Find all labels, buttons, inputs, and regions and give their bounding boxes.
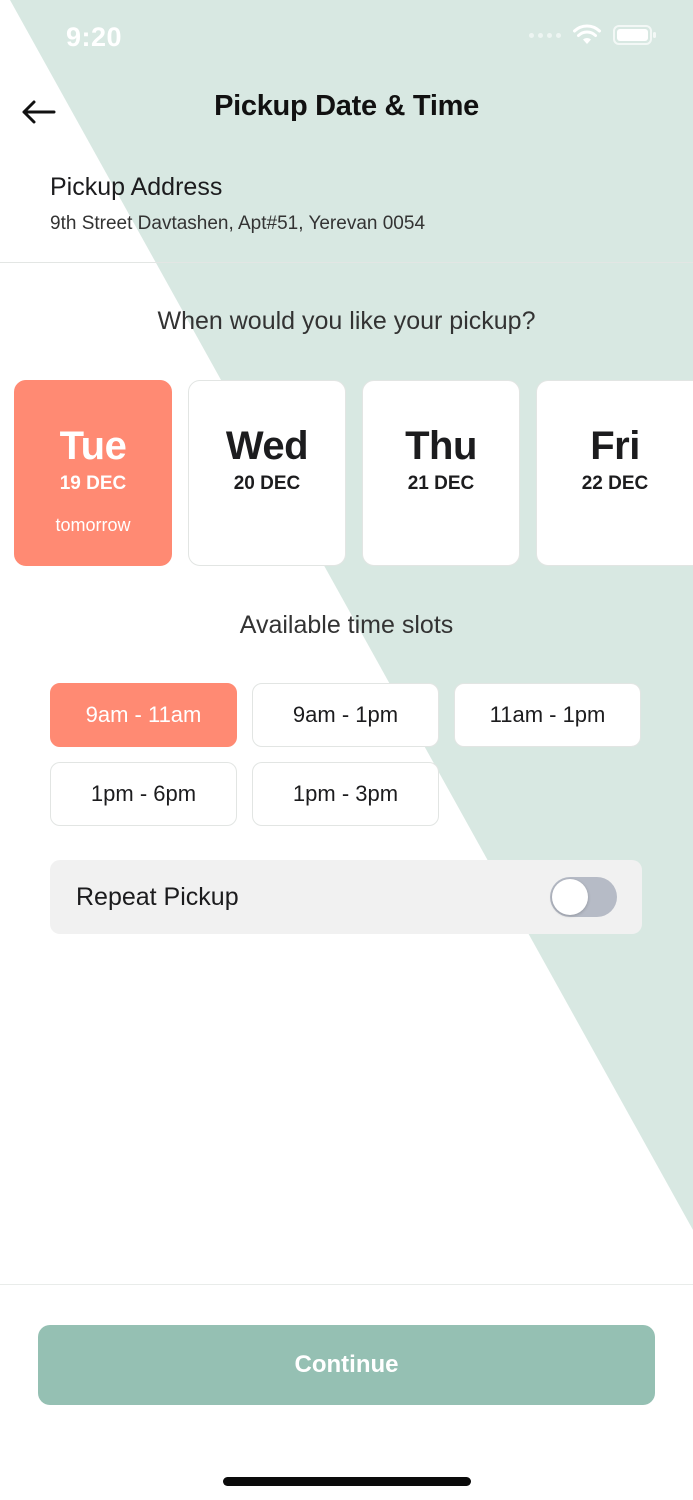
home-indicator xyxy=(223,1477,471,1486)
battery-icon xyxy=(613,25,656,45)
time-slots-title: Available time slots xyxy=(239,611,454,639)
day-name: Thu xyxy=(405,424,477,468)
day-card-wed[interactable]: Wed 20 DEC xyxy=(188,380,346,566)
cellular-signal-icon xyxy=(529,32,561,38)
pickup-question: When would you like your pickup? xyxy=(157,307,536,335)
day-note: tomorrow xyxy=(55,515,131,535)
pickup-address-label: Pickup Address xyxy=(50,173,223,201)
day-card-thu[interactable]: Thu 21 DEC xyxy=(362,380,520,566)
day-card-fri[interactable]: Fri 22 DEC xyxy=(536,380,693,566)
repeat-pickup-row: Repeat Pickup xyxy=(50,860,642,934)
time-slot-9am-1pm[interactable]: 9am - 1pm xyxy=(252,683,439,747)
day-date: 20 DEC xyxy=(233,473,301,494)
section-divider xyxy=(0,262,693,263)
day-date: 21 DEC xyxy=(407,473,475,494)
time-slot-1pm-6pm[interactable]: 1pm - 6pm xyxy=(50,762,237,826)
time-slot-1pm-3pm[interactable]: 1pm - 3pm xyxy=(252,762,439,826)
repeat-pickup-label: Repeat Pickup xyxy=(76,883,239,911)
day-card-tue[interactable]: Tue 19 DEC tomorrow xyxy=(14,380,172,566)
continue-button[interactable]: Continue xyxy=(38,1325,655,1405)
day-date: 22 DEC xyxy=(581,473,649,494)
time-slot-11am-1pm[interactable]: 11am - 1pm xyxy=(454,683,641,747)
status-time: 9:20 xyxy=(66,22,123,52)
repeat-pickup-toggle[interactable] xyxy=(550,877,617,917)
page-title: Pickup Date & Time xyxy=(214,90,479,122)
day-date: 19 DEC xyxy=(59,473,127,494)
status-icons xyxy=(529,24,657,46)
day-name: Tue xyxy=(59,424,127,468)
time-slot-9am-11am[interactable]: 9am - 11am xyxy=(50,683,237,747)
toggle-knob xyxy=(552,879,588,915)
wifi-icon xyxy=(573,24,601,44)
pickup-address-value: 9th Street Davtashen, Apt#51, Yerevan 00… xyxy=(50,213,426,234)
bottom-divider xyxy=(0,1284,693,1285)
day-name: Fri xyxy=(590,424,640,468)
day-name: Wed xyxy=(225,424,309,468)
